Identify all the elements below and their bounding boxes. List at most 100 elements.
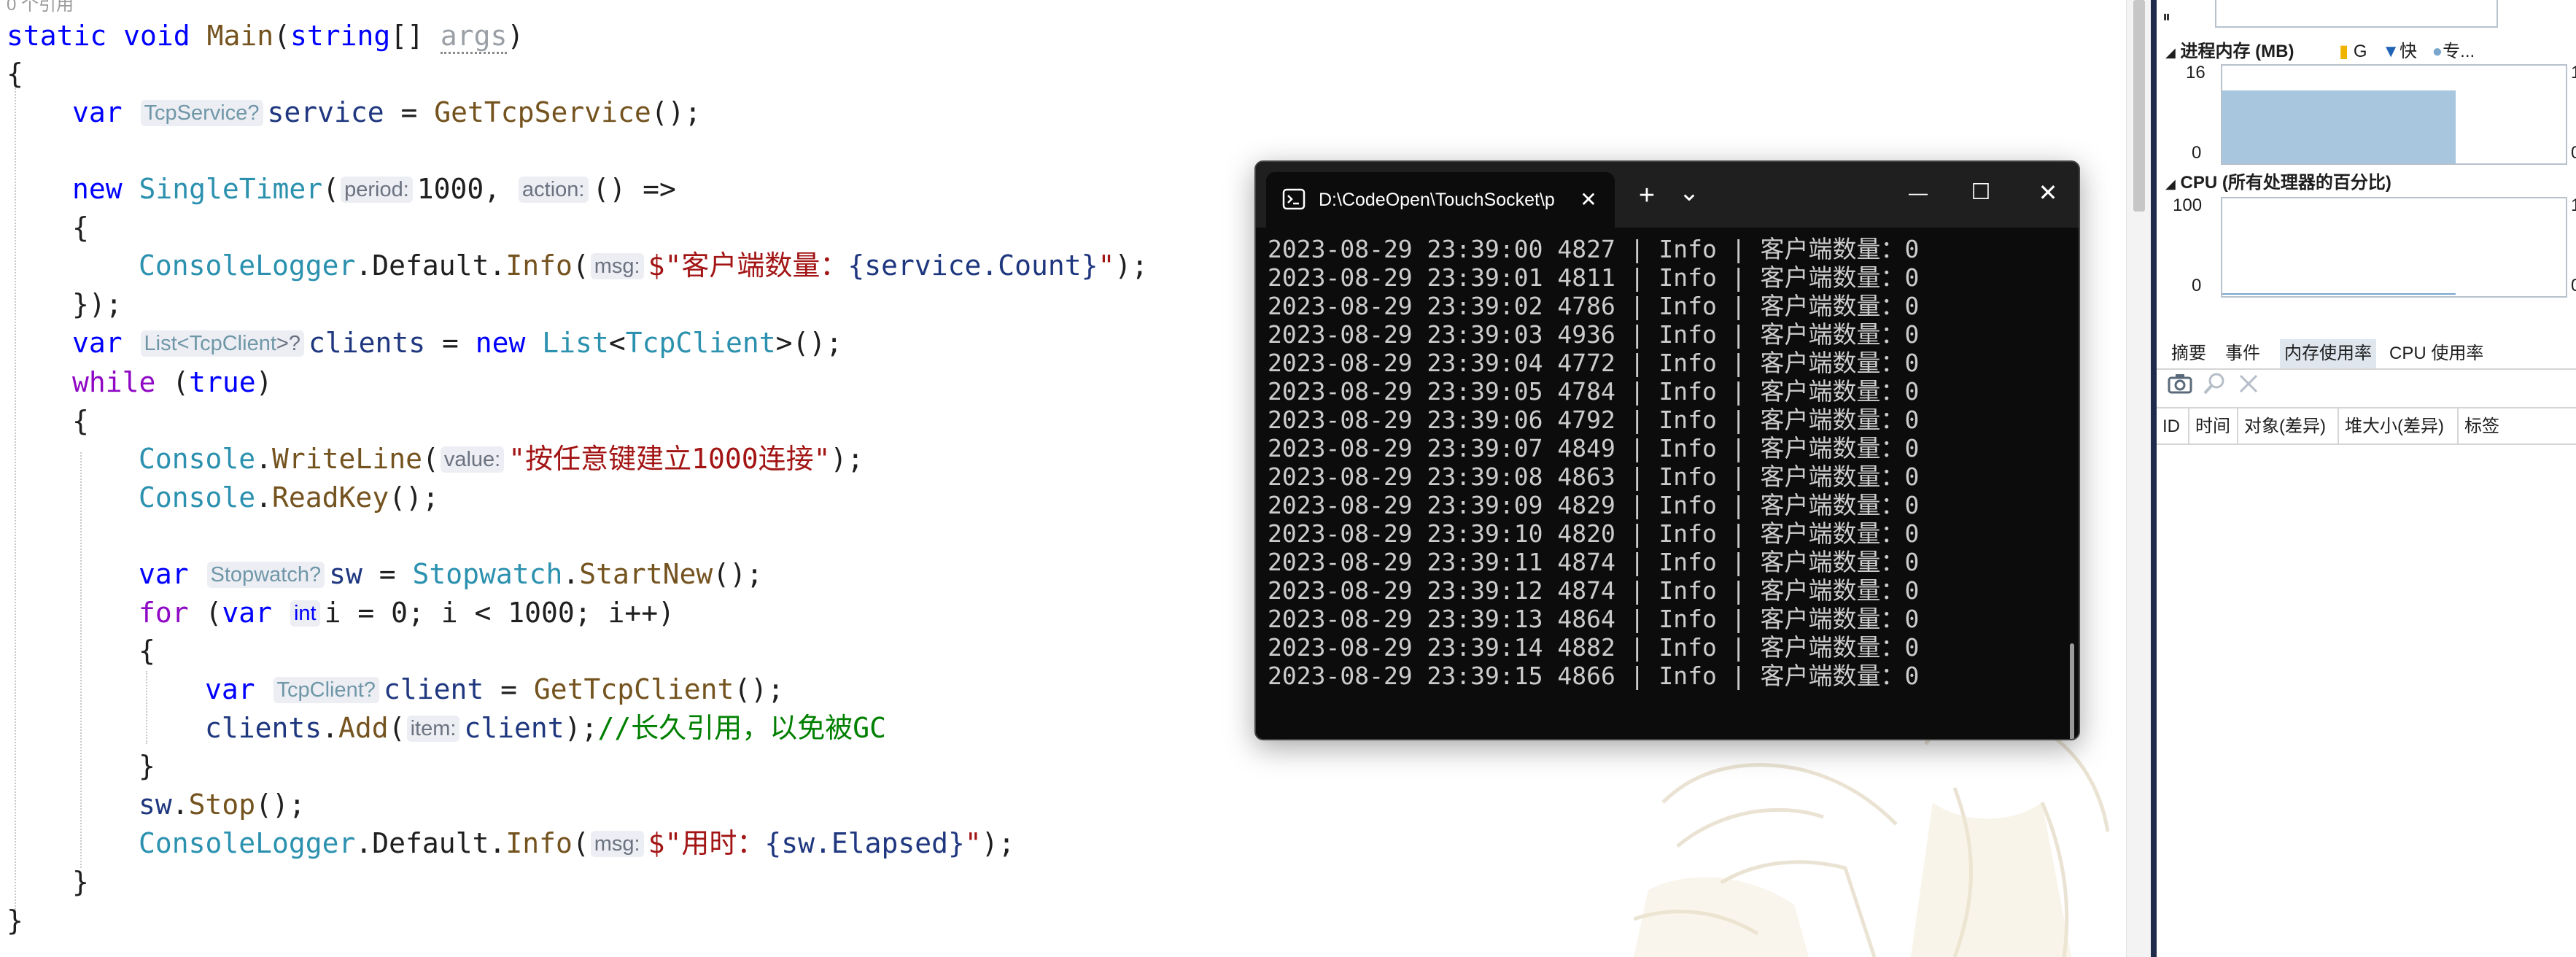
code-line-brace[interactable]: });: [72, 285, 123, 323]
column-heap-size-diff[interactable]: 堆大小(差异): [2339, 408, 2459, 445]
take-snapshot-button[interactable]: [2167, 371, 2193, 397]
method-name: Info: [505, 249, 573, 282]
log-line: 2023-08-29 23:39:13 4864 | Info | 客户端数量：…: [1268, 605, 1920, 633]
inlay-type-hint: List<TcpClient>?: [140, 330, 304, 357]
column-tag[interactable]: 标签: [2459, 408, 2517, 445]
code-line-brace[interactable]: }: [139, 747, 155, 785]
punct: .Default.: [355, 249, 506, 282]
terminal-tab[interactable]: D:\CodeOpen\TouchSocket\p ✕: [1266, 172, 1615, 228]
variable-name: sw: [139, 789, 172, 821]
code-line-timer[interactable]: new SingleTimer(period: 1000, action:() =…: [72, 170, 676, 208]
memory-title: 进程内存 (MB): [2180, 42, 2294, 61]
memory-axis-max-right: 1: [2571, 63, 2576, 82]
punct: (: [388, 712, 406, 744]
code-line-brace[interactable]: }: [72, 863, 89, 901]
reference-count-lens[interactable]: 0 个引用: [7, 0, 74, 15]
keyword: var: [205, 673, 255, 705]
terminal-icon: [1282, 188, 1306, 210]
events-timeline-strip: [2215, 0, 2498, 28]
inlay-parameter-hint: item:: [406, 716, 460, 742]
new-tab-button[interactable]: +: [1631, 181, 1663, 210]
punct: .Default.: [355, 827, 506, 859]
method-name: Stop: [188, 789, 256, 821]
code-line-list[interactable]: var List<TcpClient>? clients = new List<T…: [72, 324, 842, 362]
string-literal: $"用时：: [648, 827, 765, 859]
terminal-scrollbar[interactable]: [2070, 643, 2074, 739]
editor-scrollbar-thumb[interactable]: [2133, 0, 2145, 212]
literal: 1000,: [416, 173, 518, 205]
punct: (: [572, 827, 589, 859]
terminal-window[interactable]: D:\CodeOpen\TouchSocket\p ✕ + ⌄ — ☐ ✕ 20…: [1254, 160, 2080, 740]
tab-dropdown-button[interactable]: ⌄: [1673, 178, 1705, 207]
close-window-button[interactable]: ✕: [2028, 178, 2068, 207]
close-tab-button[interactable]: ✕: [1574, 185, 1603, 214]
code-line-readkey[interactable]: Console.ReadKey();: [139, 478, 439, 516]
log-line: 2023-08-29 23:39:06 4792 | Info | 客户端数量：…: [1268, 406, 1920, 434]
variable-name: service: [267, 96, 384, 128]
punct: ();: [651, 96, 702, 128]
log-line: 2023-08-29 23:39:15 4866 | Info | 客户端数量：…: [1268, 662, 1920, 690]
method-name: Info: [505, 827, 573, 859]
memory-legend: ▮ G ▼快 ●专...: [2339, 36, 2475, 62]
memory-chart[interactable]: [2221, 64, 2567, 165]
log-line: 2023-08-29 23:39:10 4820 | Info | 客户端数量：…: [1268, 519, 1920, 548]
collapse-icon[interactable]: ◢: [2165, 177, 2176, 191]
column-objects-diff[interactable]: 对象(差异): [2238, 408, 2339, 445]
code-line-add[interactable]: clients.Add(item: client);//长久引用，以免被GC: [205, 709, 886, 747]
collapse-icon[interactable]: ◢: [2165, 45, 2176, 60]
terminal-titlebar[interactable]: D:\CodeOpen\TouchSocket\p ✕ + ⌄ — ☐ ✕: [1256, 162, 2079, 228]
terminal-output[interactable]: 2023-08-29 23:39:00 4827 | Info | 客户端数量：…: [1256, 228, 2079, 739]
code-line-for[interactable]: for (var int i = 0; i < 1000; i++): [139, 594, 675, 632]
cpu-axis-min: 0: [2192, 276, 2202, 295]
code-line-info-count[interactable]: ConsoleLogger.Default.Info(msg: $"客户端数量：{…: [139, 247, 1148, 284]
code-line-main-signature[interactable]: static void Main(string[] args): [7, 17, 524, 55]
log-line: 2023-08-29 23:39:08 4863 | Info | 客户端数量：…: [1268, 462, 1920, 491]
unused-parameter: args: [440, 20, 508, 54]
memory-section-header[interactable]: ◢ 进程内存 (MB): [2165, 36, 2294, 62]
type-name: TcpClient: [625, 327, 776, 359]
code-line-service[interactable]: var TcpService? service = GetTcpService()…: [72, 93, 701, 131]
punct: (: [155, 366, 190, 398]
maximize-button[interactable]: ☐: [1960, 178, 2001, 207]
keyword: new: [475, 327, 526, 359]
terminal-tab-title: D:\CodeOpen\TouchSocket\p: [1319, 190, 1555, 210]
delete-snapshot-button[interactable]: [2235, 371, 2262, 397]
minimize-button[interactable]: —: [1898, 178, 1939, 207]
log-line: 2023-08-29 23:39:07 4849 | Info | 客户端数量：…: [1268, 434, 1920, 462]
code-line-stop[interactable]: sw.Stop();: [139, 786, 306, 824]
code-line-info-elapsed[interactable]: ConsoleLogger.Default.Info(msg: $"用时：{sw.…: [139, 824, 1015, 862]
column-id[interactable]: ID: [2157, 408, 2189, 445]
type-name: string: [290, 20, 391, 52]
punct: .: [322, 712, 339, 744]
memory-axis-max: 16: [2186, 63, 2205, 82]
code-line-writeline[interactable]: Console.WriteLine(value: "按任意键建立1000连接");: [139, 440, 864, 478]
view-heap-button[interactable]: [2202, 371, 2228, 397]
tab-summary[interactable]: 摘要: [2167, 339, 2211, 368]
tab-cpu-usage[interactable]: CPU 使用率: [2385, 339, 2488, 368]
code-line-brace[interactable]: {: [139, 632, 155, 670]
code-line-client[interactable]: var TcpClient? client = GetTcpClient();: [205, 670, 784, 708]
editor-scrollbar[interactable]: [2126, 0, 2151, 957]
delete-icon: [2239, 374, 2258, 393]
cpu-section-header[interactable]: ◢ CPU (所有处理器的百分比): [2165, 168, 2391, 193]
code-line-while[interactable]: while (true): [72, 363, 273, 401]
code-line-brace[interactable]: }: [7, 902, 23, 939]
string-literal: $"客户端数量：: [648, 249, 848, 282]
code-line-brace[interactable]: {: [7, 55, 23, 93]
variable-name: client: [383, 673, 484, 705]
cpu-chart[interactable]: [2221, 197, 2567, 298]
punct: =: [425, 327, 476, 359]
punct: );: [1114, 249, 1149, 282]
variable-name: sw: [329, 558, 362, 590]
tab-events[interactable]: 事件: [2221, 339, 2265, 368]
column-time[interactable]: 时间: [2189, 408, 2238, 445]
code-line-brace[interactable]: {: [72, 209, 89, 247]
log-line: 2023-08-29 23:39:01 4811 | Info | 客户端数量：…: [1268, 263, 1920, 292]
tab-memory-usage[interactable]: 内存使用率: [2280, 339, 2376, 368]
punct: (: [273, 20, 290, 52]
keyword: var: [139, 558, 189, 590]
code-line-stopwatch[interactable]: var Stopwatch? sw = Stopwatch.StartNew();: [139, 555, 763, 593]
punct: =: [384, 96, 435, 128]
code-line-brace[interactable]: {: [72, 402, 89, 440]
pause-button[interactable]: ⏸: [2162, 4, 2184, 29]
